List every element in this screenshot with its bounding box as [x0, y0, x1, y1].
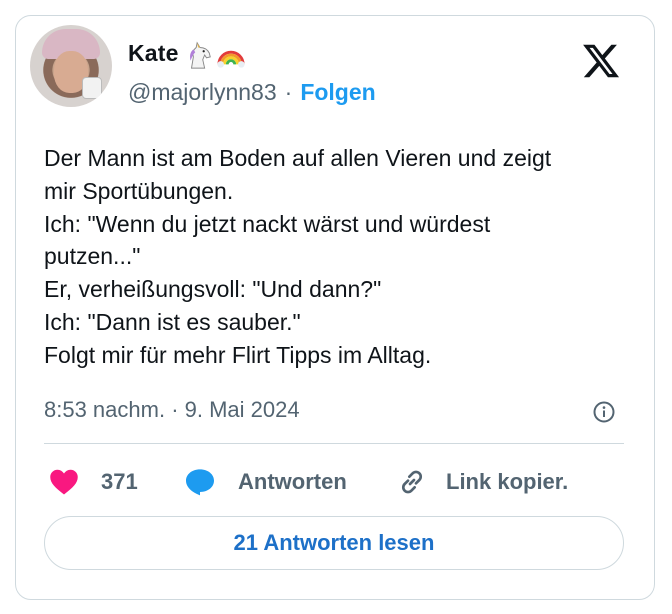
tweet-text: Der Mann ist am Boden auf allen Vieren u… [44, 142, 634, 372]
tweet-timestamp[interactable]: 8:53 nachm. · 9. Mai 2024 [44, 397, 300, 423]
x-logo-icon[interactable] [580, 41, 622, 81]
reply-bubble-icon [186, 469, 214, 496]
reply-label: Antworten [238, 469, 347, 494]
unicorn-icon [190, 41, 211, 69]
author-display-name[interactable]: Kate [128, 40, 179, 67]
divider [44, 443, 624, 444]
link-icon [401, 470, 423, 494]
tweet-line: Der Mann ist am Boden auf allen Vieren u… [44, 145, 552, 171]
like-count: 371 [101, 469, 138, 494]
copy-link-label: Link kopier. [446, 469, 569, 494]
tweet-line: Er, verheißungsvoll: "Und dann?" [44, 276, 382, 303]
author-handle[interactable]: @majorlynn83 [128, 79, 277, 106]
heart-icon [50, 469, 78, 495]
author-emojis [184, 40, 246, 70]
info-icon[interactable] [592, 400, 616, 424]
separator-dot: · [284, 79, 293, 105]
rainbow-icon [217, 50, 245, 68]
author-handle-row: @majorlynn83 · Folgen [128, 79, 376, 106]
avatar[interactable] [30, 25, 112, 107]
tweet-line: Ich: "Dann ist es sauber." [44, 308, 301, 335]
tweet-line: mir Sportübungen. [44, 177, 234, 204]
avatar-cup [82, 77, 102, 99]
tweet-line: Ich: "Wenn du jetzt nackt wärst und würd… [44, 210, 491, 237]
reply-button[interactable]: Antworten [184, 462, 347, 502]
tweet-line: putzen..." [44, 243, 141, 270]
read-replies-button[interactable]: 21 Antworten lesen [44, 516, 624, 570]
like-button[interactable]: 371 [49, 462, 138, 502]
action-bar: 371 Antworten Link kopier. [44, 462, 624, 502]
copy-link-button[interactable]: Link kopier. [396, 462, 568, 502]
follow-button[interactable]: Folgen [300, 79, 375, 106]
tweet-line: Folgt mir für mehr Flirt Tipps im Alltag… [44, 341, 432, 368]
